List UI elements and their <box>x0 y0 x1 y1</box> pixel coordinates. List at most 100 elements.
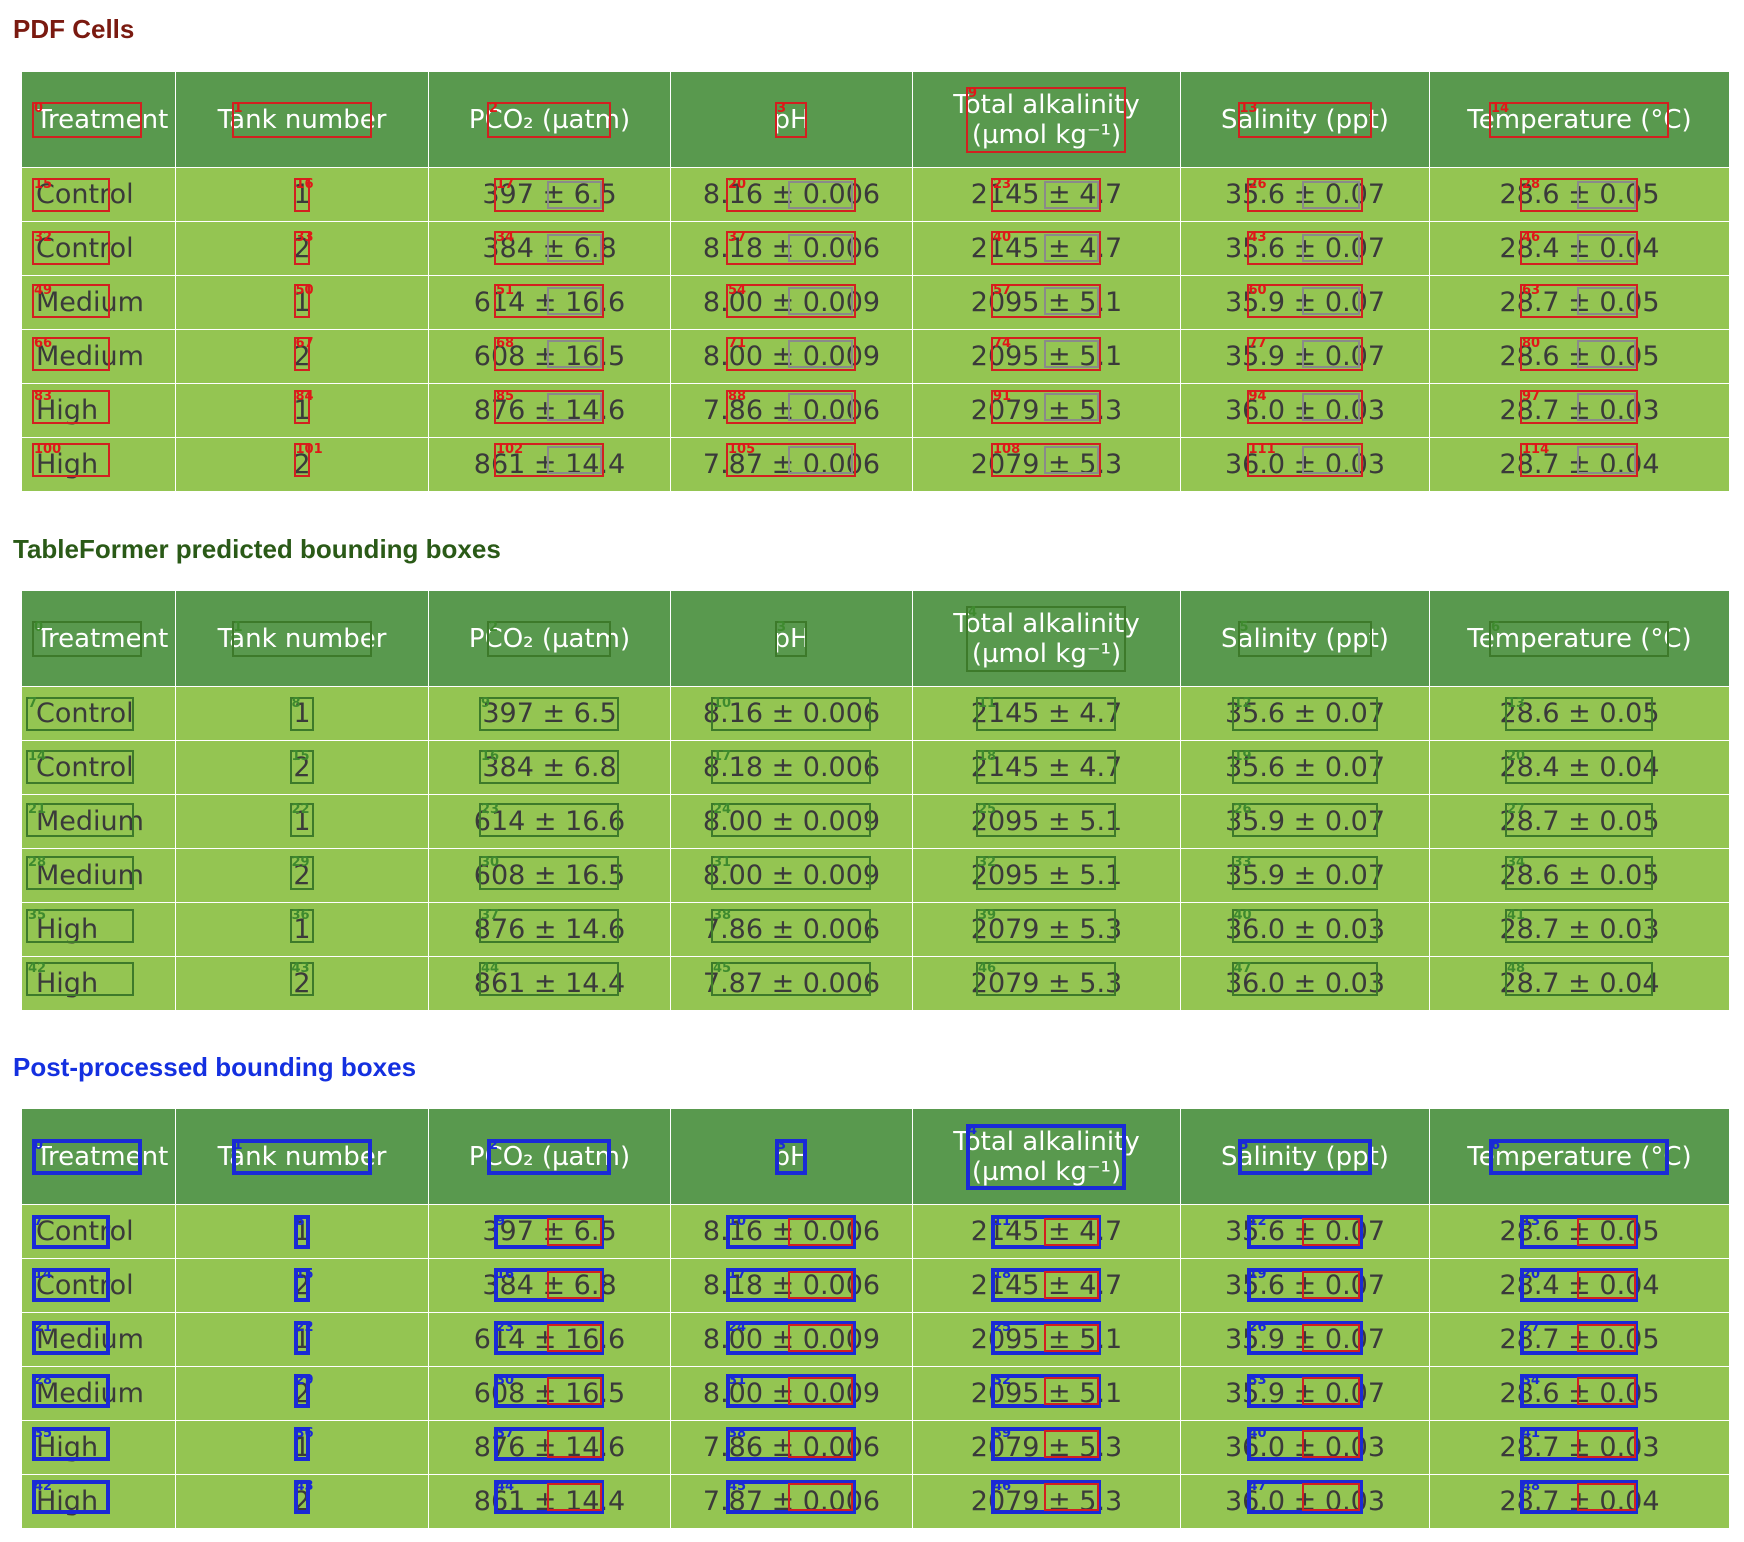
bbox-index: 39 <box>978 908 997 923</box>
bbox-index: 19 <box>1248 1267 1267 1282</box>
cell-bbox <box>976 962 1116 996</box>
cell-bbox <box>479 803 619 837</box>
bbox-index: 114 <box>1522 442 1550 457</box>
bbox-index: 26 <box>1248 1320 1267 1335</box>
cell-sub-bbox <box>1302 287 1361 315</box>
header-bbox <box>966 605 1126 672</box>
cell-sub-bbox <box>1302 234 1361 262</box>
cell-bbox <box>1231 909 1378 943</box>
bbox-index: 9 <box>968 85 978 101</box>
bbox-index: 37 <box>496 1426 515 1441</box>
bbox-index: 100 <box>34 442 62 457</box>
bbox-index: 3 <box>777 1137 787 1153</box>
cell-bbox <box>1505 750 1653 784</box>
bbox-index: 28 <box>34 1373 53 1388</box>
bbox-index: 45 <box>728 1479 747 1494</box>
bbox-index: 33 <box>1248 1373 1267 1388</box>
cell-bbox <box>976 856 1116 890</box>
cell-sub-bbox <box>1576 1324 1636 1352</box>
cell-bbox <box>1505 856 1653 890</box>
table-postprocessed: Treatment Tank number PCO₂ (µatm) pH Total a… <box>22 1109 1729 1528</box>
bbox-index: 13 <box>1507 696 1526 711</box>
header-bbox <box>487 620 611 657</box>
bbox-index: 57 <box>993 283 1012 298</box>
cell-sub-bbox <box>788 1271 854 1299</box>
bbox-index: 25 <box>978 802 997 817</box>
header-bbox <box>1237 1138 1372 1175</box>
cell-bbox <box>711 750 871 784</box>
cell-bbox <box>479 962 619 996</box>
bbox-index: 41 <box>1507 908 1526 923</box>
cell-sub-bbox <box>1043 340 1099 368</box>
bbox-index: 71 <box>728 336 747 351</box>
bbox-index: 2 <box>489 619 499 635</box>
cell-sub-bbox <box>788 181 854 209</box>
header-bbox <box>32 1138 142 1175</box>
bbox-index: 30 <box>496 1373 515 1388</box>
cell-bbox <box>711 962 871 996</box>
cell-sub-bbox <box>1043 1324 1099 1352</box>
cell-sub-bbox <box>1302 1377 1361 1405</box>
bbox-index: 29 <box>291 855 310 870</box>
bbox-index: 3 <box>777 100 787 116</box>
bbox-index: 48 <box>1522 1479 1541 1494</box>
cell-sub-bbox <box>546 234 602 262</box>
cell-sub-bbox <box>546 1430 602 1458</box>
bbox-index: 27 <box>1507 802 1526 817</box>
cell-sub-bbox <box>1576 1483 1636 1511</box>
bbox-index: 33 <box>1233 855 1252 870</box>
cell-bbox <box>976 697 1116 731</box>
bbox-index: 48 <box>1507 961 1526 976</box>
bbox-index: 67 <box>295 336 314 351</box>
cell-sub-bbox <box>546 1377 602 1405</box>
bbox-index: 34 <box>1522 1373 1541 1388</box>
bbox-index: 5 <box>1239 1137 1249 1153</box>
bbox-index: 80 <box>1522 336 1541 351</box>
table-tableformer-predicted: Treatment Tank number PCO₂ (µatm) pH Total a… <box>22 591 1729 1010</box>
bbox-overlay: 0 1 2 3 4 5 6 7 8 9 10 11 12 13 14 15 16 17 18 19 20 21 22 23 24… <box>22 1109 1729 1528</box>
cell-bbox <box>494 1215 604 1249</box>
cell-bbox <box>479 750 619 784</box>
bbox-index: 46 <box>1522 230 1541 245</box>
header-bbox <box>32 620 142 657</box>
bbox-index: 1 <box>233 100 243 116</box>
bbox-index: 15 <box>295 1267 314 1282</box>
bbox-index: 1 <box>233 1137 243 1153</box>
bbox-index: 108 <box>993 442 1021 457</box>
bbox-index: 5 <box>1239 619 1249 635</box>
bbox-index: 37 <box>481 908 500 923</box>
cell-bbox <box>711 909 871 943</box>
bbox-index: 7 <box>34 1214 44 1229</box>
bbox-index: 27 <box>1522 1320 1541 1335</box>
cell-sub-bbox <box>788 287 854 315</box>
bbox-index: 29 <box>295 1373 314 1388</box>
bbox-index: 8 <box>291 696 301 711</box>
cell-bbox <box>976 750 1116 784</box>
bbox-index: 105 <box>728 442 756 457</box>
bbox-index: 41 <box>1522 1426 1541 1441</box>
cell-sub-bbox <box>546 1218 602 1246</box>
cell-sub-bbox <box>1043 234 1099 262</box>
bbox-index: 39 <box>993 1426 1012 1441</box>
bbox-index: 26 <box>1233 802 1252 817</box>
bbox-index: 1 <box>233 619 243 635</box>
cell-sub-bbox <box>788 1218 854 1246</box>
cell-bbox <box>976 909 1116 943</box>
bbox-index: 46 <box>993 1479 1012 1494</box>
cell-sub-bbox <box>1043 1430 1099 1458</box>
bbox-index: 36 <box>291 908 310 923</box>
header-bbox <box>231 101 372 138</box>
bbox-index: 3 <box>777 619 787 635</box>
bbox-index: 40 <box>1248 1426 1267 1441</box>
cell-sub-bbox <box>1302 181 1361 209</box>
cell-sub-bbox <box>546 1271 602 1299</box>
bbox-index: 47 <box>1233 961 1252 976</box>
header-bbox <box>1237 620 1372 657</box>
bbox-index: 14 <box>1491 100 1510 116</box>
bbox-index: 49 <box>34 283 53 298</box>
bbox-index: 11 <box>993 1214 1012 1229</box>
bbox-index: 15 <box>291 749 310 764</box>
bbox-index: 24 <box>713 802 732 817</box>
bbox-index: 44 <box>496 1479 515 1494</box>
bbox-index: 6 <box>1491 1137 1501 1153</box>
